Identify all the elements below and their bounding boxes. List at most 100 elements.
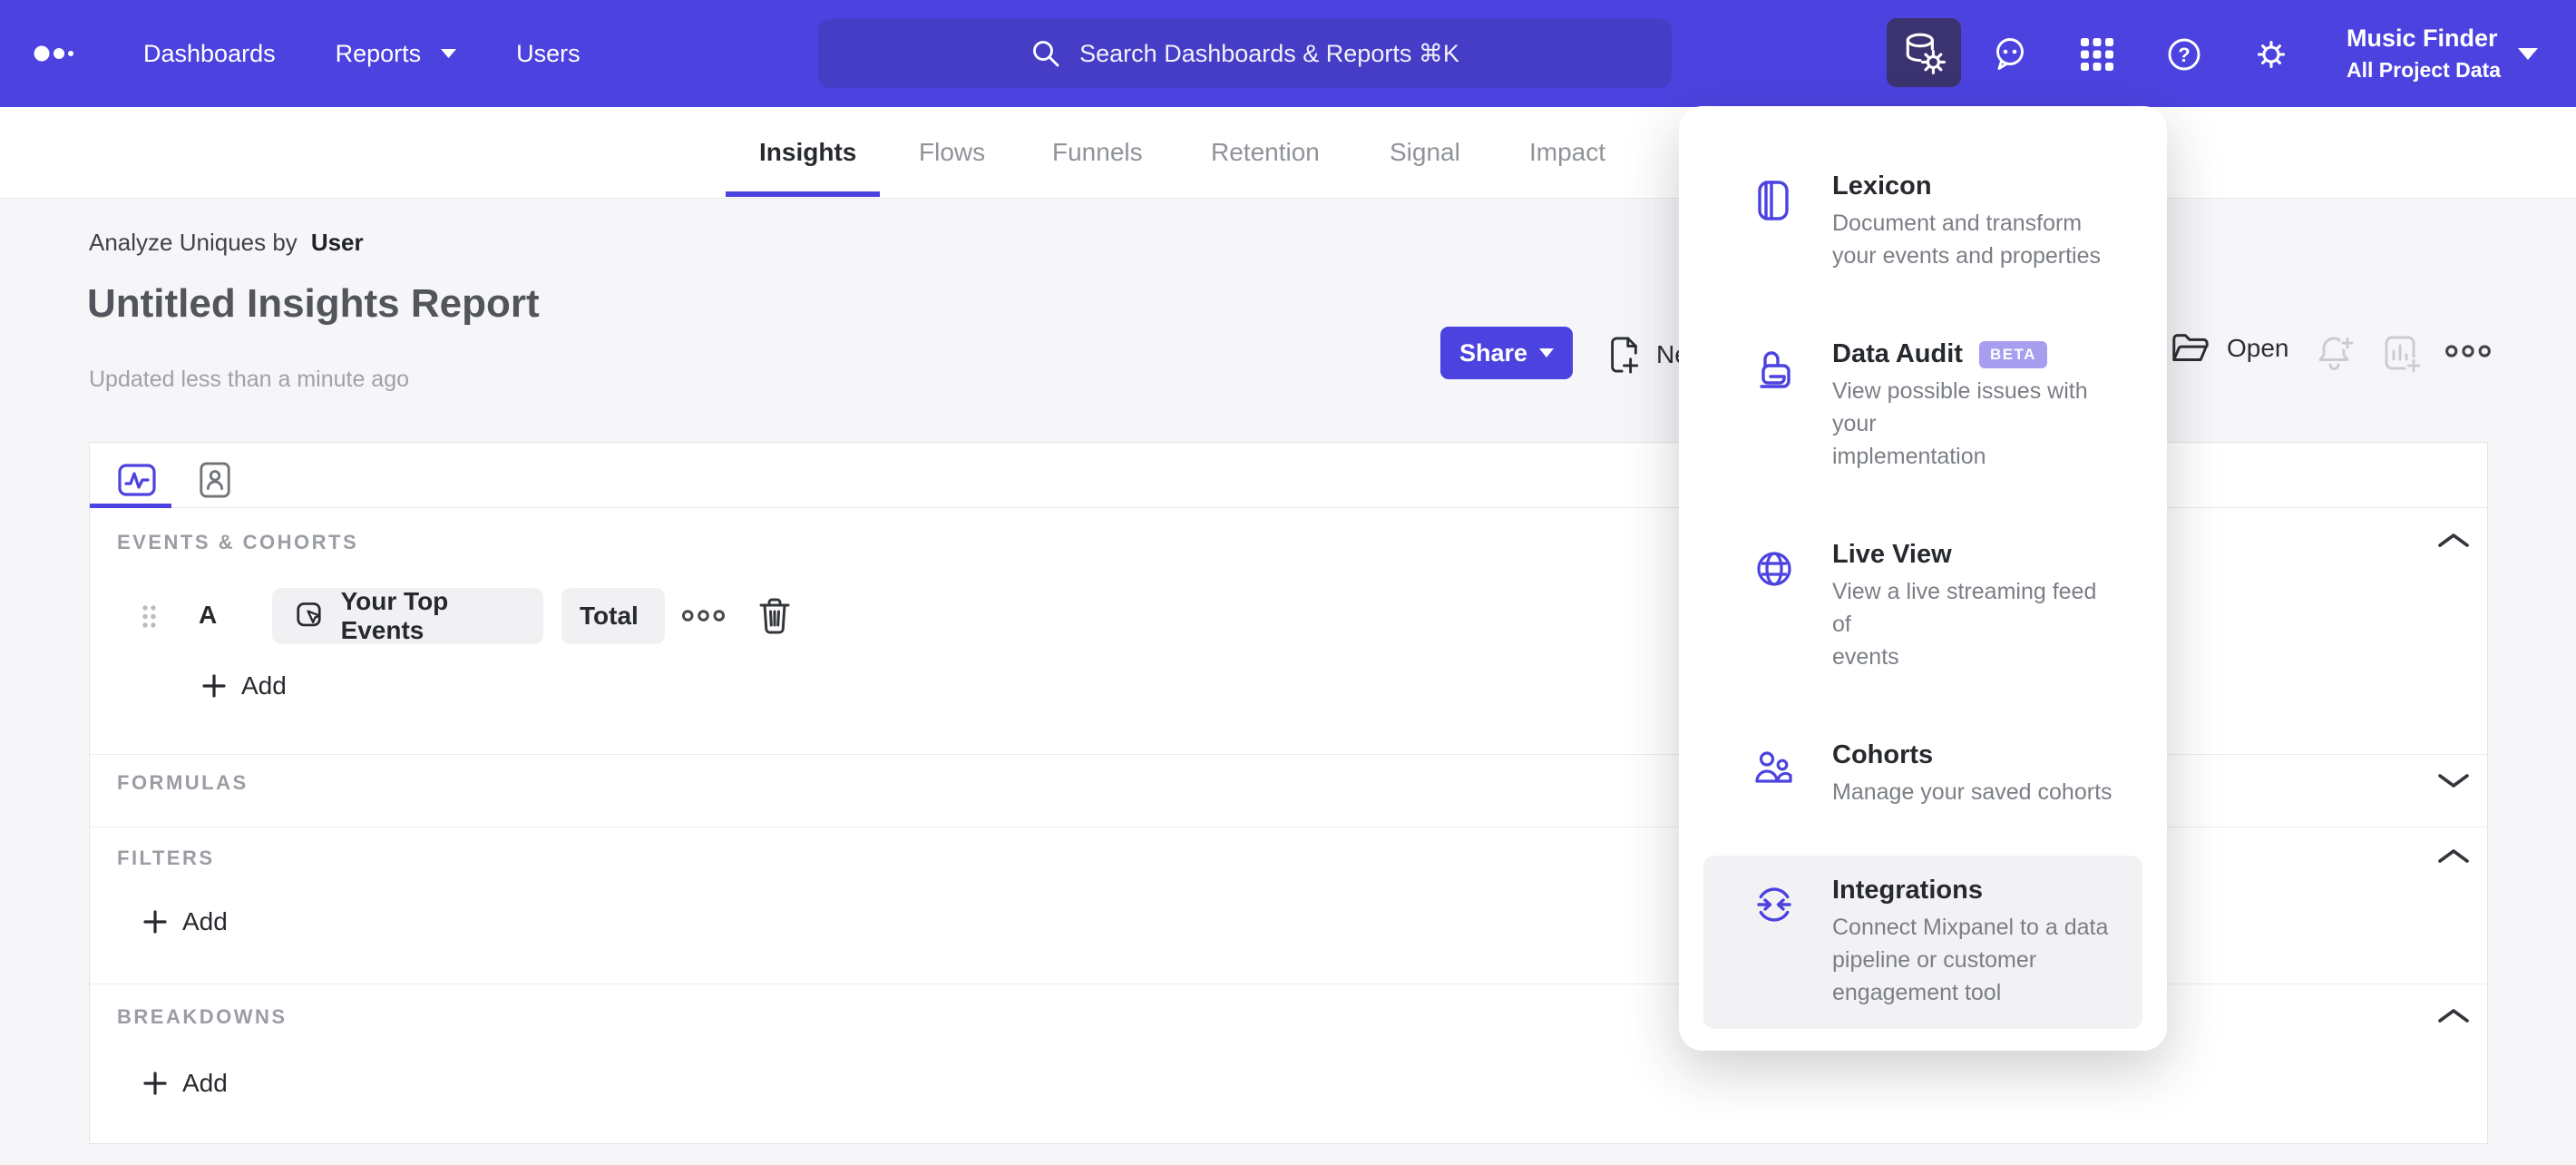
breakdowns-add-button[interactable]: Add [142,1069,228,1098]
updated-timestamp: Updated less than a minute ago [89,367,410,392]
aggregation-selector-chip[interactable]: Total [561,588,665,644]
menu-item-live-view[interactable]: Live View View a live streaming feed of … [1703,520,2142,693]
menu-item-description: Manage your saved cohorts [1832,779,2113,805]
search-input[interactable]: Search Dashboards & Reports ⌘K [818,19,1672,88]
tab-flows[interactable]: Flows [919,107,985,197]
menu-item-text: Cohorts Manage your saved cohorts [1832,740,2113,808]
event-name: Your Top Events [340,587,449,644]
tab-retention[interactable]: Retention [1211,107,1320,197]
search-icon [1033,41,1059,67]
menu-item-title: Live View [1832,540,1952,569]
menu-item-title: Lexicon [1832,171,1932,201]
tab-label: Signal [1390,138,1460,166]
report-more-options-button[interactable] [2445,343,2491,359]
menu-item-data-audit[interactable]: Data Audit BETA View possible issues wit… [1703,319,2142,493]
add-to-board-button[interactable] [2380,332,2422,374]
project-caret-icon [2518,48,2538,60]
alert-bell-plus-button[interactable] [2313,332,2355,374]
chart-plus-icon [2385,336,2422,374]
mixpanel-app: Dashboards Reports Users Search Dashboar… [0,0,2576,1165]
menu-item-title: Data Audit [1832,339,1963,368]
chevron-up-icon [2438,849,2469,863]
filters-add-button[interactable]: Add [142,907,228,936]
tab-label: Insights [759,138,857,166]
feedback-button[interactable] [1990,34,2030,74]
mixpanel-logo-icon [34,45,73,62]
analyze-line: Analyze Uniques by User [89,229,364,257]
more-options-icon [682,610,725,622]
tab-signal[interactable]: Signal [1390,107,1460,197]
events-collapse-button[interactable] [2437,532,2470,548]
builder-tab-profiles[interactable] [198,459,232,501]
open-report-button[interactable]: Open [2170,330,2289,367]
menu-item-integrations[interactable]: Integrations Connect Mixpanel to a data … [1703,856,2142,1029]
tab-insights[interactable]: Insights [759,107,856,197]
nav-links: Dashboards Reports Users [143,0,581,107]
open-label: Open [2227,334,2289,362]
apps-grid-button[interactable] [2077,34,2117,74]
help-icon: ? [2168,38,2200,71]
analyze-prefix: Analyze Uniques by [89,229,298,256]
chevron-down-icon [2438,774,2469,788]
tab-label: Flows [919,138,986,166]
share-button[interactable]: Share [1440,327,1573,379]
project-selector[interactable]: Music Finder All Project Data [2347,0,2501,107]
event-picker-icon [297,602,321,627]
tab-label: Impact [1529,138,1606,166]
breakdowns-section-header: BREAKDOWNS [117,1005,288,1028]
live-view-globe-icon [1752,540,1796,673]
drag-handle-icon[interactable] [141,604,157,629]
tab-funnels[interactable]: Funnels [1052,107,1143,197]
more-options-icon [2445,345,2491,357]
add-label: Add [182,907,228,935]
settings-button[interactable] [2251,34,2291,74]
event-row-letter: A [199,601,218,629]
formulas-expand-button[interactable] [2437,773,2470,789]
caret-down-icon [441,49,457,58]
nav-link-dashboards[interactable]: Dashboards [143,40,276,68]
filters-collapse-button[interactable] [2437,847,2470,864]
trash-icon [759,598,790,634]
menu-item-description: Connect Mixpanel to a data pipeline or c… [1832,915,2109,1005]
help-button[interactable]: ? [2164,34,2204,74]
data-management-icon [1906,33,1946,74]
chevron-up-icon [2438,1009,2469,1023]
builder-tab-events[interactable] [116,459,158,501]
caret-down-icon [1539,348,1555,357]
breakdowns-collapse-button[interactable] [2437,1007,2470,1023]
svg-text:?: ? [2178,44,2190,66]
feedback-icon [1996,38,2024,70]
menu-item-title: Integrations [1832,876,1983,905]
nav-link-users[interactable]: Users [516,40,581,68]
plus-icon [143,1072,167,1095]
tab-impact[interactable]: Impact [1529,107,1605,197]
aggregation-value: Total [580,602,639,630]
menu-item-cohorts[interactable]: Cohorts Manage your saved cohorts [1703,720,2142,828]
event-row-delete-button[interactable] [756,596,793,636]
event-selector-chip[interactable]: Your Top Events [272,587,543,644]
builder-active-tab-underline [90,504,171,508]
formulas-section-header: FORMULAS [117,771,249,794]
beta-badge: BETA [1978,340,2047,368]
add-label: Add [182,1069,228,1097]
menu-item-lexicon[interactable]: Lexicon Document and transform your even… [1703,152,2142,292]
nav-link-reports[interactable]: Reports [336,40,457,68]
analyze-entity-selector[interactable]: User [311,229,364,257]
menu-item-text: Integrations Connect Mixpanel to a data … [1832,876,2108,1009]
report-title[interactable]: Untitled Insights Report [87,281,540,327]
share-label: Share [1459,338,1528,367]
plus-icon [143,910,167,934]
apps-grid-icon [2081,38,2113,71]
nav-link-label: Dashboards [143,39,276,67]
project-name: Music Finder [2347,24,2498,52]
folder-open-icon [2172,334,2209,361]
report-tabbar: Insights Flows Funnels Retention Signal … [0,107,2576,199]
plus-icon [202,674,226,698]
data-management-button[interactable] [1887,18,1961,87]
event-row-more-button[interactable] [682,608,725,623]
cohorts-people-icon [1752,740,1796,808]
tab-label: Funnels [1052,138,1143,166]
menu-item-description: View possible issues with your implement… [1832,378,2088,469]
events-add-button[interactable]: Add [201,671,287,700]
mixpanel-logo[interactable] [33,0,80,107]
